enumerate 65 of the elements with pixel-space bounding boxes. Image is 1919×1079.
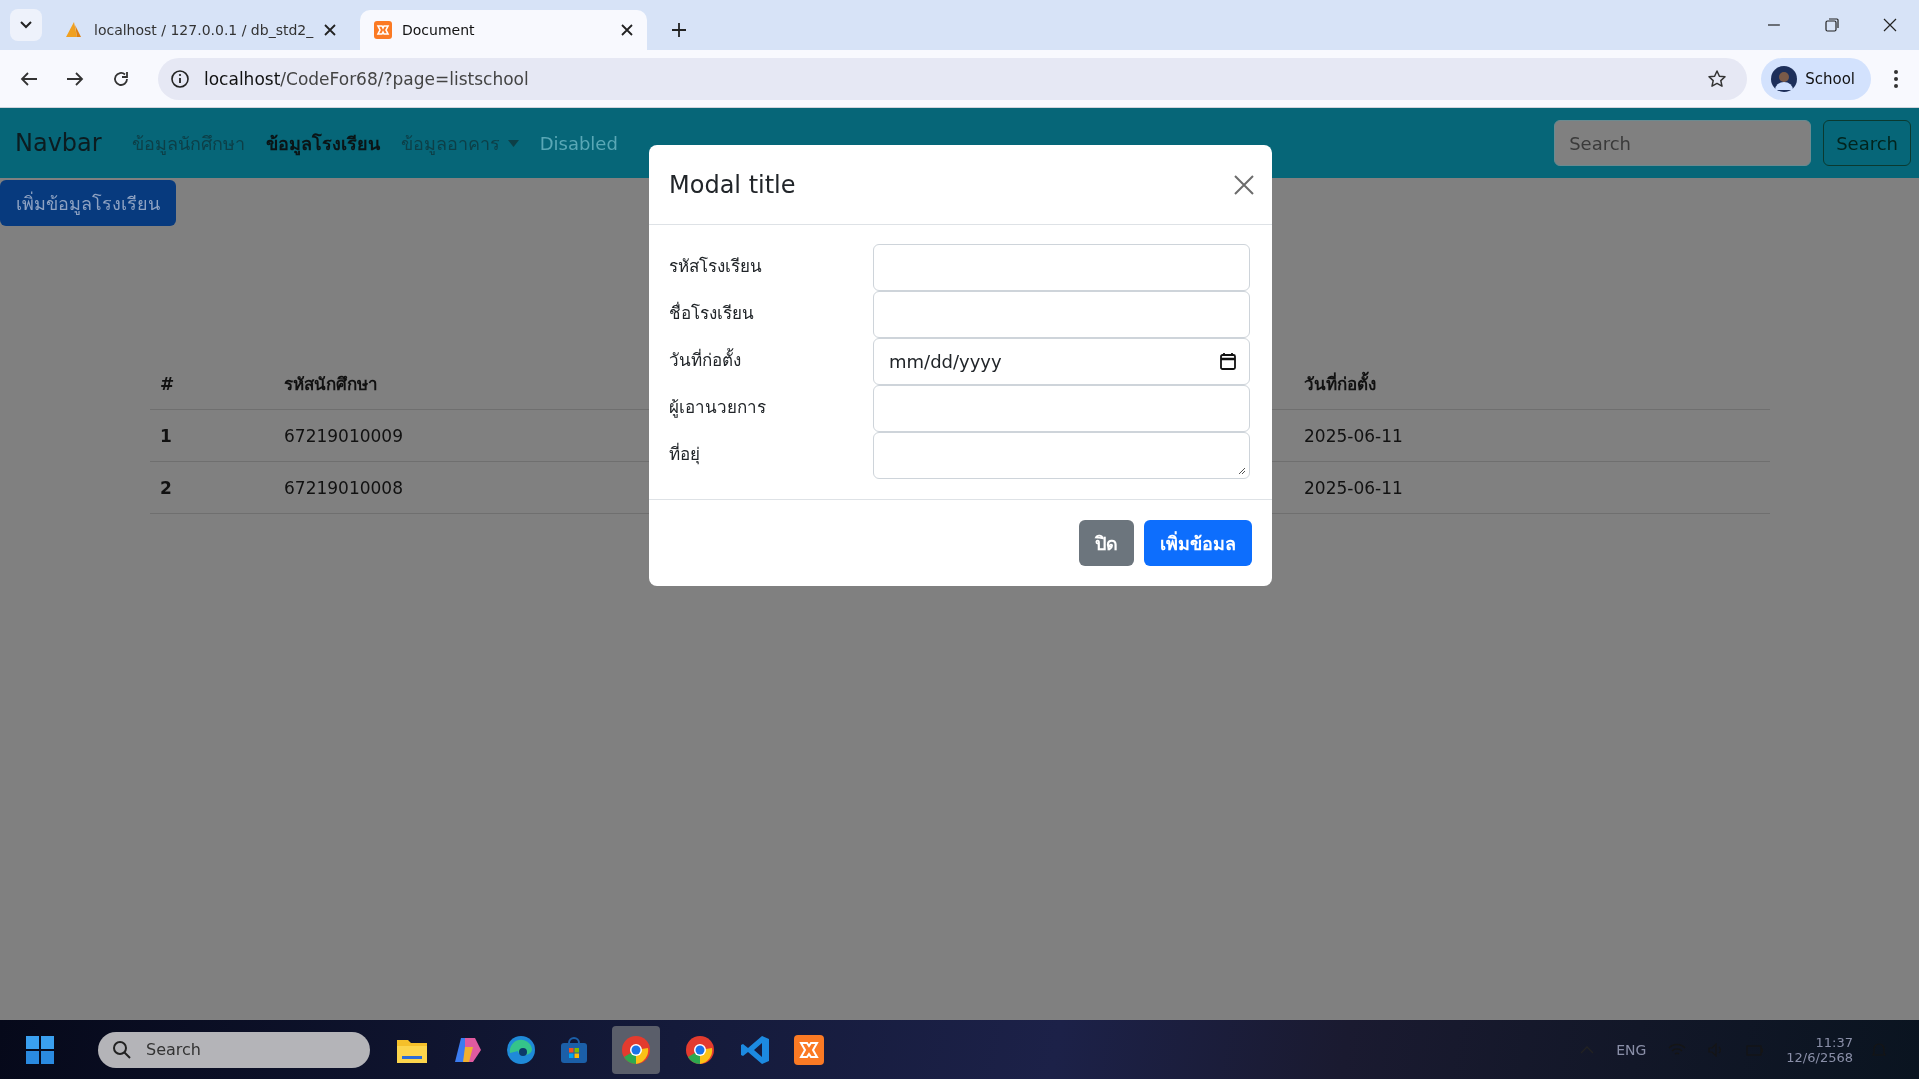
xampp-icon[interactable] xyxy=(794,1034,824,1065)
tab-title: localhost / 127.0.0.1 / db_std2_ xyxy=(94,22,314,38)
language-indicator[interactable]: ENG xyxy=(1616,1041,1647,1058)
clock-time[interactable]: 11:37 xyxy=(1815,1034,1853,1050)
add-school-button[interactable]: เพิ่มข้อมูลโรงเรียน xyxy=(0,180,176,226)
close-icon[interactable] xyxy=(1883,18,1897,32)
table-cell-text: 1 xyxy=(159,425,173,446)
column-header: # xyxy=(159,373,176,394)
input-field[interactable] xyxy=(873,244,1250,291)
info-icon[interactable] xyxy=(170,68,190,89)
star-icon[interactable] xyxy=(1707,68,1728,89)
avatar-icon xyxy=(1771,65,1798,92)
table-cell-text: 2025-06-11 xyxy=(1303,477,1404,498)
close-button[interactable]: ปิด xyxy=(1079,520,1134,566)
field-label: รหัสโรงเรียน xyxy=(669,255,763,278)
address-bar[interactable]: localhost/CodeFor68/?page=listschool xyxy=(158,57,1748,100)
search-button[interactable]: Search xyxy=(1823,120,1911,166)
close-icon[interactable] xyxy=(324,24,336,36)
tab-title: Document xyxy=(402,22,476,38)
navbar-brand[interactable]: Navbar xyxy=(15,129,102,157)
caret-icon xyxy=(507,139,519,147)
submit-button[interactable]: เพิ่มข้อมล xyxy=(1144,520,1252,566)
field-label: ที่อยุ่ xyxy=(669,441,701,467)
search-field[interactable]: Search xyxy=(1554,120,1812,166)
more-menu-icon[interactable] xyxy=(1893,68,1899,89)
new-tab-icon[interactable] xyxy=(671,22,687,38)
field-label: วันที่ก่อตั้ง xyxy=(669,347,742,372)
date-field[interactable]: mm/dd/yyyy xyxy=(873,338,1250,385)
browser-tab[interactable]: Document xyxy=(360,10,647,50)
chevron-down-icon xyxy=(20,21,32,29)
store-icon[interactable] xyxy=(560,1035,588,1064)
sail-logo-icon xyxy=(64,21,84,39)
close-icon[interactable] xyxy=(621,24,633,36)
table-cell-text: 2 xyxy=(159,477,173,498)
clock-date[interactable]: 12/6/2568 xyxy=(1786,1049,1853,1065)
input-field[interactable] xyxy=(873,291,1250,338)
windows-start-icon[interactable] xyxy=(26,1035,54,1064)
xampp-logo-icon xyxy=(374,21,392,39)
search-icon xyxy=(112,1039,132,1060)
table-cell-text: 67219010009 xyxy=(283,425,404,446)
back-icon[interactable] xyxy=(20,70,38,87)
profile-button[interactable]: School xyxy=(1761,57,1871,100)
table-cell-text: 67219010008 xyxy=(283,477,404,498)
calendar-icon[interactable] xyxy=(1220,352,1236,370)
forward-icon[interactable] xyxy=(66,70,84,87)
column-header: วันที่ก่อตั้ง xyxy=(1294,370,1770,397)
resize-grip-icon[interactable] xyxy=(1238,467,1246,475)
field-label: ผู้เอานวยการ xyxy=(669,396,767,420)
column-header: รหัสนักศึกษา xyxy=(283,373,379,396)
browser-tab[interactable]: localhost / 127.0.0.1 / db_std2_ xyxy=(50,10,350,50)
search-placeholder: Search xyxy=(146,1040,201,1059)
input-field[interactable] xyxy=(873,385,1250,432)
field-label: ชื่อโรงเรียน xyxy=(669,300,755,325)
chrome-icon xyxy=(620,1033,652,1066)
nav-link[interactable]: ข้อมูลโรงเรียน xyxy=(265,128,380,158)
modal-title: Modal title xyxy=(669,170,796,199)
restore-icon[interactable] xyxy=(1825,18,1839,32)
code-editor-icon[interactable] xyxy=(740,1034,770,1065)
taskbar-search-field[interactable]: Search xyxy=(98,1031,370,1068)
reload-icon[interactable] xyxy=(112,69,130,88)
tab-search-button[interactable] xyxy=(10,9,42,41)
chrome-icon[interactable] xyxy=(684,1033,716,1066)
chrome-taskbar-button[interactable] xyxy=(612,1025,660,1074)
url-text: localhost/CodeFor68/?page=listschool xyxy=(204,68,529,89)
table-cell-text: 2025-06-11 xyxy=(1303,425,1404,446)
